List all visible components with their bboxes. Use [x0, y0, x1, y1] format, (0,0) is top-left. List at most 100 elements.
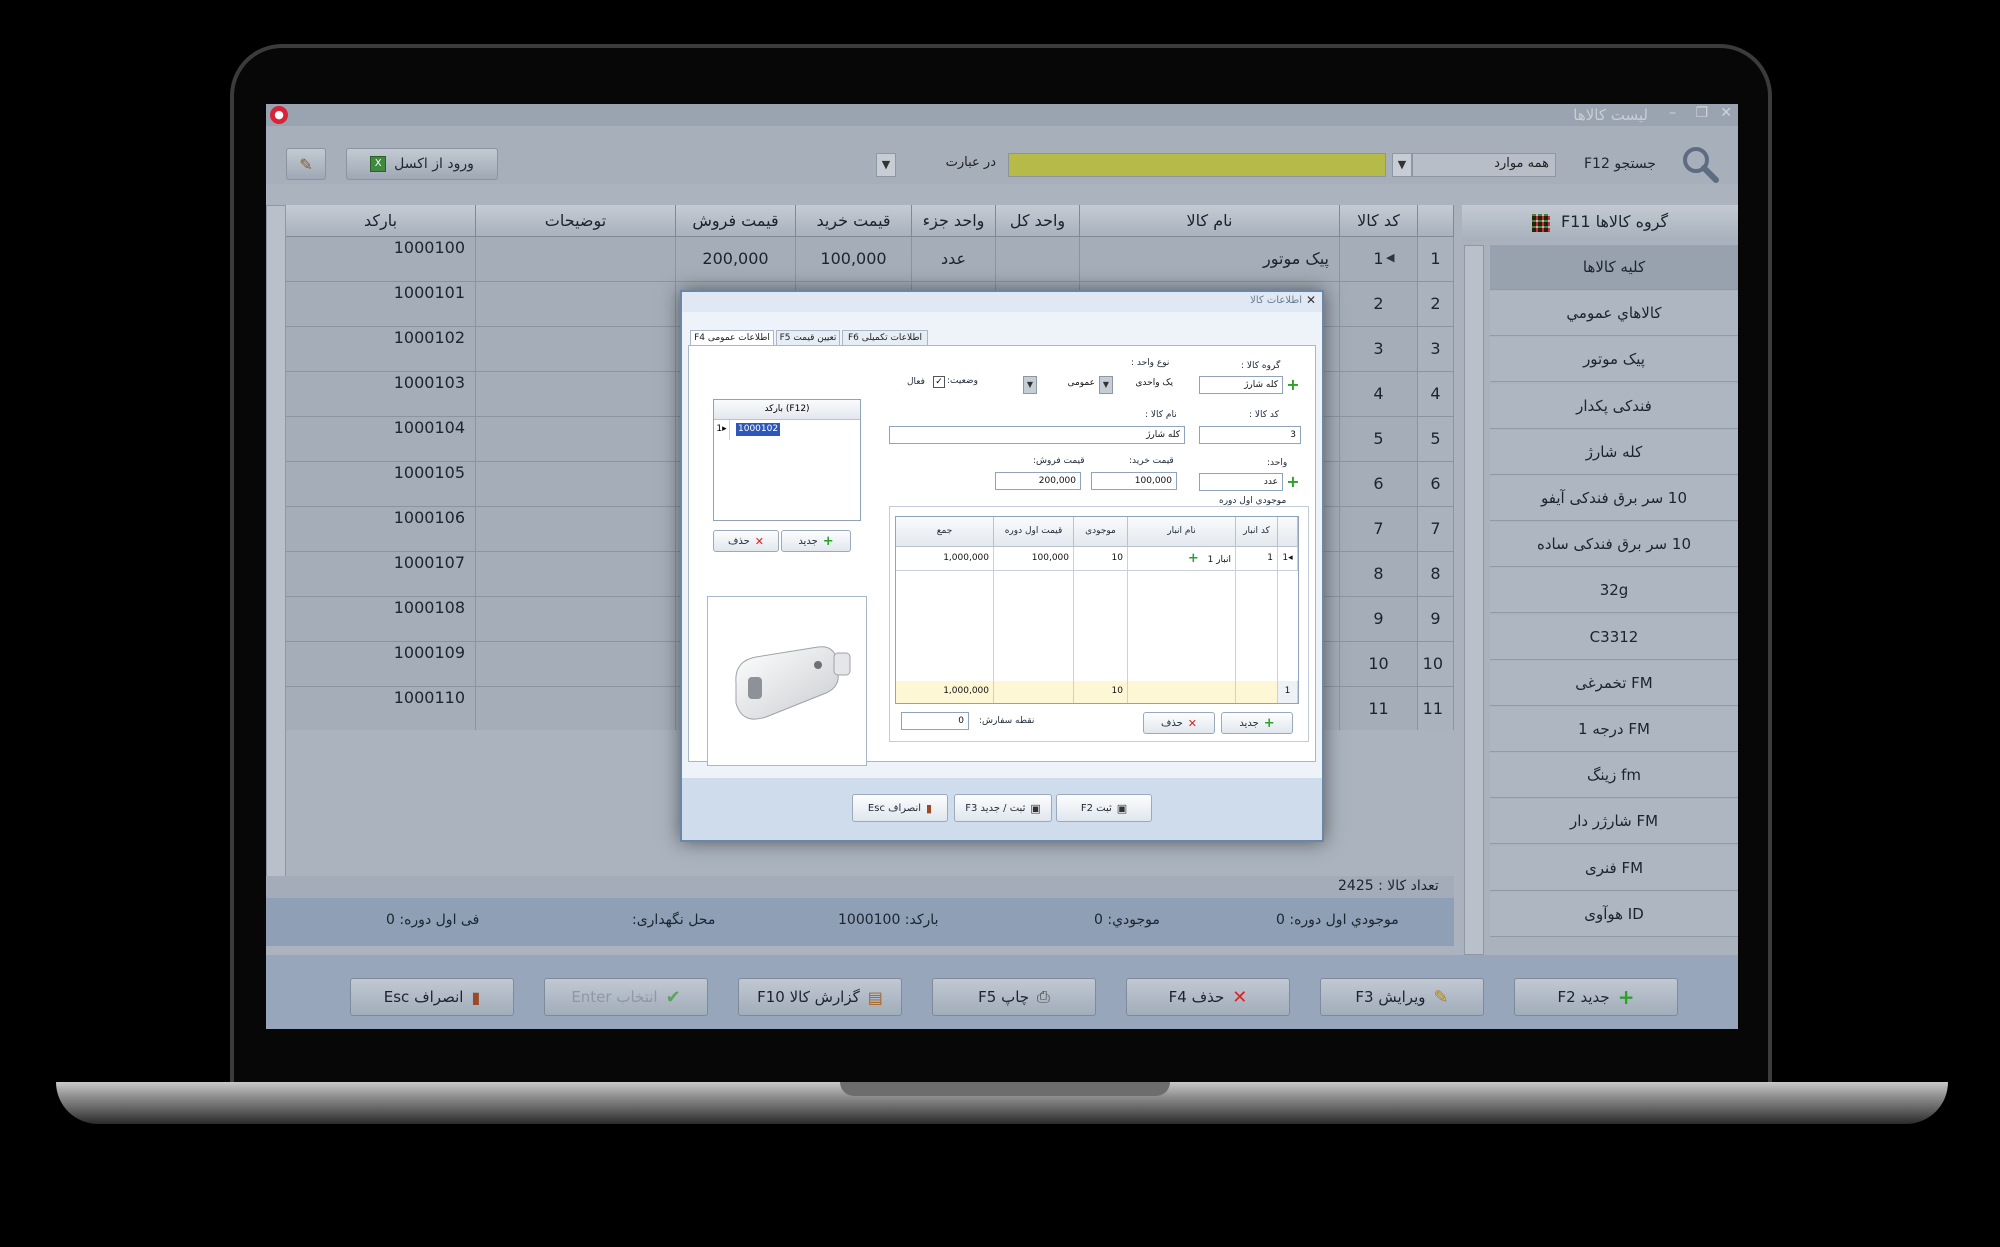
cell-description[interactable]: [476, 327, 676, 372]
cell-row-number[interactable]: 3: [1418, 327, 1454, 372]
group-list-item[interactable]: FM شارژر دار: [1490, 799, 1738, 845]
opening-row-total[interactable]: 1,000,000: [896, 547, 994, 571]
cell-code[interactable]: 6: [1340, 462, 1418, 507]
search-input[interactable]: [1008, 153, 1386, 177]
sell-price-field[interactable]: 200,000: [995, 472, 1081, 490]
barcode-delete-button[interactable]: ✕ حذف: [713, 530, 779, 552]
product-photo[interactable]: [707, 596, 867, 766]
scope-select[interactable]: همه موارد: [1412, 153, 1556, 177]
group-list-item[interactable]: 10 سر برق فندکی آیفو: [1490, 476, 1738, 521]
unit-type-select[interactable]: یک واحدی: [1113, 375, 1177, 393]
search-icon[interactable]: [1680, 144, 1720, 184]
cell-row-number[interactable]: 8: [1418, 552, 1454, 597]
opening-col-qty[interactable]: موجودی: [1074, 517, 1128, 547]
barcode-value-cell[interactable]: 1000102: [736, 423, 781, 436]
cell-row-number[interactable]: 5: [1418, 417, 1454, 462]
unit-type-arrow[interactable]: ▼: [1099, 376, 1113, 394]
cell-barcode[interactable]: 1000104: [286, 417, 476, 462]
cell-row-number[interactable]: 2: [1418, 282, 1454, 327]
cell-code[interactable]: 10: [1340, 642, 1418, 687]
dialog-cancel-button[interactable]: ▮ انصراف Esc: [852, 794, 948, 822]
cell-barcode[interactable]: 1000103: [286, 372, 476, 417]
match-mode-select[interactable]: در عبارت: [896, 153, 1002, 177]
cell-barcode[interactable]: 1000108: [286, 597, 476, 642]
opening-col-total[interactable]: جمع: [896, 517, 994, 547]
add-warehouse-plus-icon[interactable]: +: [1188, 551, 1199, 566]
dialog-save-button[interactable]: ▣ ثبت F2: [1056, 794, 1152, 822]
opening-delete-button[interactable]: ✕ حذف: [1143, 712, 1215, 734]
cell-row-number[interactable]: 6: [1418, 462, 1454, 507]
cell-code[interactable]: 8: [1340, 552, 1418, 597]
cell-barcode[interactable]: 1000106: [286, 507, 476, 552]
match-dropdown-arrow[interactable]: ▼: [876, 153, 896, 177]
cell-unit-whole[interactable]: [996, 237, 1080, 282]
group-list-item[interactable]: FM تخمرغی: [1490, 660, 1738, 706]
app-logo-icon[interactable]: ●: [270, 106, 288, 124]
cell-barcode[interactable]: 1000100: [286, 237, 476, 282]
cell-description[interactable]: [476, 282, 676, 327]
category-select[interactable]: عمومی: [1037, 375, 1099, 393]
cell-barcode[interactable]: 1000102: [286, 327, 476, 372]
opening-row-warehouse-name[interactable]: انبار 1 +: [1128, 547, 1236, 571]
category-arrow[interactable]: ▼: [1023, 376, 1037, 394]
opening-col-warehouse-name[interactable]: نام انبار: [1128, 517, 1236, 547]
opening-row-qty[interactable]: 10: [1074, 547, 1128, 571]
group-list-item[interactable]: FM درجه 1: [1490, 707, 1738, 752]
cell-code[interactable]: 9: [1340, 597, 1418, 642]
report-button[interactable]: ▤ گزارش کالا F10: [738, 978, 902, 1016]
cell-barcode[interactable]: 1000110: [286, 687, 476, 730]
cell-row-number[interactable]: 7: [1418, 507, 1454, 552]
cell-description[interactable]: [476, 462, 676, 507]
group-list-item[interactable]: کالاهاي عمومي: [1490, 291, 1738, 337]
unit-field[interactable]: عدد: [1199, 473, 1283, 491]
opening-col-price[interactable]: قیمت اول دوره: [994, 517, 1074, 547]
group-list-item[interactable]: 32g: [1490, 568, 1738, 614]
cell-sell-price[interactable]: 200,000: [676, 237, 796, 282]
groups-scrollbar[interactable]: [1464, 245, 1484, 955]
cell-barcode[interactable]: 1000107: [286, 552, 476, 597]
excel-import-button[interactable]: ورود از اکسل X: [346, 148, 498, 180]
group-list-item[interactable]: 10 سر برق فندکی ساده: [1490, 522, 1738, 568]
table-row[interactable]: 1000100 200,000 100,000 عدد پیک موتور 1 1 ◀: [266, 237, 1454, 282]
group-list-item[interactable]: کله شارژ: [1490, 429, 1738, 475]
scope-dropdown-arrow[interactable]: ▼: [1392, 153, 1412, 177]
minimize-icon[interactable]: –: [1669, 105, 1676, 121]
dialog-close-icon[interactable]: ✕: [1306, 293, 1316, 307]
col-header-barcode[interactable]: بارکد: [286, 205, 476, 237]
print-button[interactable]: ⎙ چاپ F5: [932, 978, 1096, 1016]
cell-description[interactable]: [476, 417, 676, 462]
opening-row-price[interactable]: 100,000: [994, 547, 1074, 571]
reorder-point-field[interactable]: 0: [901, 712, 969, 730]
cell-description[interactable]: [476, 687, 676, 730]
cell-description[interactable]: [476, 237, 676, 282]
cell-row-number[interactable]: 11: [1418, 687, 1454, 730]
active-checkbox[interactable]: ✓: [933, 376, 945, 388]
tab-pricing[interactable]: تعیین قیمت F5: [776, 330, 840, 346]
group-list-item[interactable]: FM فنری: [1490, 845, 1738, 891]
select-button[interactable]: ✔ انتخاب Enter: [544, 978, 708, 1016]
code-field[interactable]: 3: [1199, 426, 1301, 444]
cell-description[interactable]: [476, 507, 676, 552]
col-header-buy-price[interactable]: قیمت خرید: [796, 205, 912, 237]
cell-code[interactable]: 7: [1340, 507, 1418, 552]
group-list-item[interactable]: پیک موتور: [1490, 337, 1738, 383]
settings-button[interactable]: ✎: [286, 148, 326, 180]
cell-barcode[interactable]: 1000105: [286, 462, 476, 507]
cell-row-number[interactable]: 1: [1418, 237, 1454, 282]
group-list-item[interactable]: فندکی پکدار: [1490, 383, 1738, 429]
cell-barcode[interactable]: 1000109: [286, 642, 476, 687]
col-header-sell-price[interactable]: قیمت فروش: [676, 205, 796, 237]
cell-description[interactable]: [476, 552, 676, 597]
tab-general-info[interactable]: اطلاعات عمومی F4: [690, 330, 774, 346]
new-button[interactable]: + جدید F2: [1514, 978, 1678, 1016]
edit-button[interactable]: ✎ ویرایش F3: [1320, 978, 1484, 1016]
cell-code[interactable]: 4: [1340, 372, 1418, 417]
cell-code[interactable]: 11: [1340, 687, 1418, 730]
cell-row-number[interactable]: 10: [1418, 642, 1454, 687]
delete-button[interactable]: ✕ حذف F4: [1126, 978, 1290, 1016]
opening-col-warehouse-code[interactable]: کد انبار: [1236, 517, 1278, 547]
cell-code[interactable]: 2: [1340, 282, 1418, 327]
barcode-new-button[interactable]: + جدید: [781, 530, 851, 552]
cell-unit-part[interactable]: عدد: [912, 237, 996, 282]
group-list-item[interactable]: fm زینگ: [1490, 753, 1738, 799]
